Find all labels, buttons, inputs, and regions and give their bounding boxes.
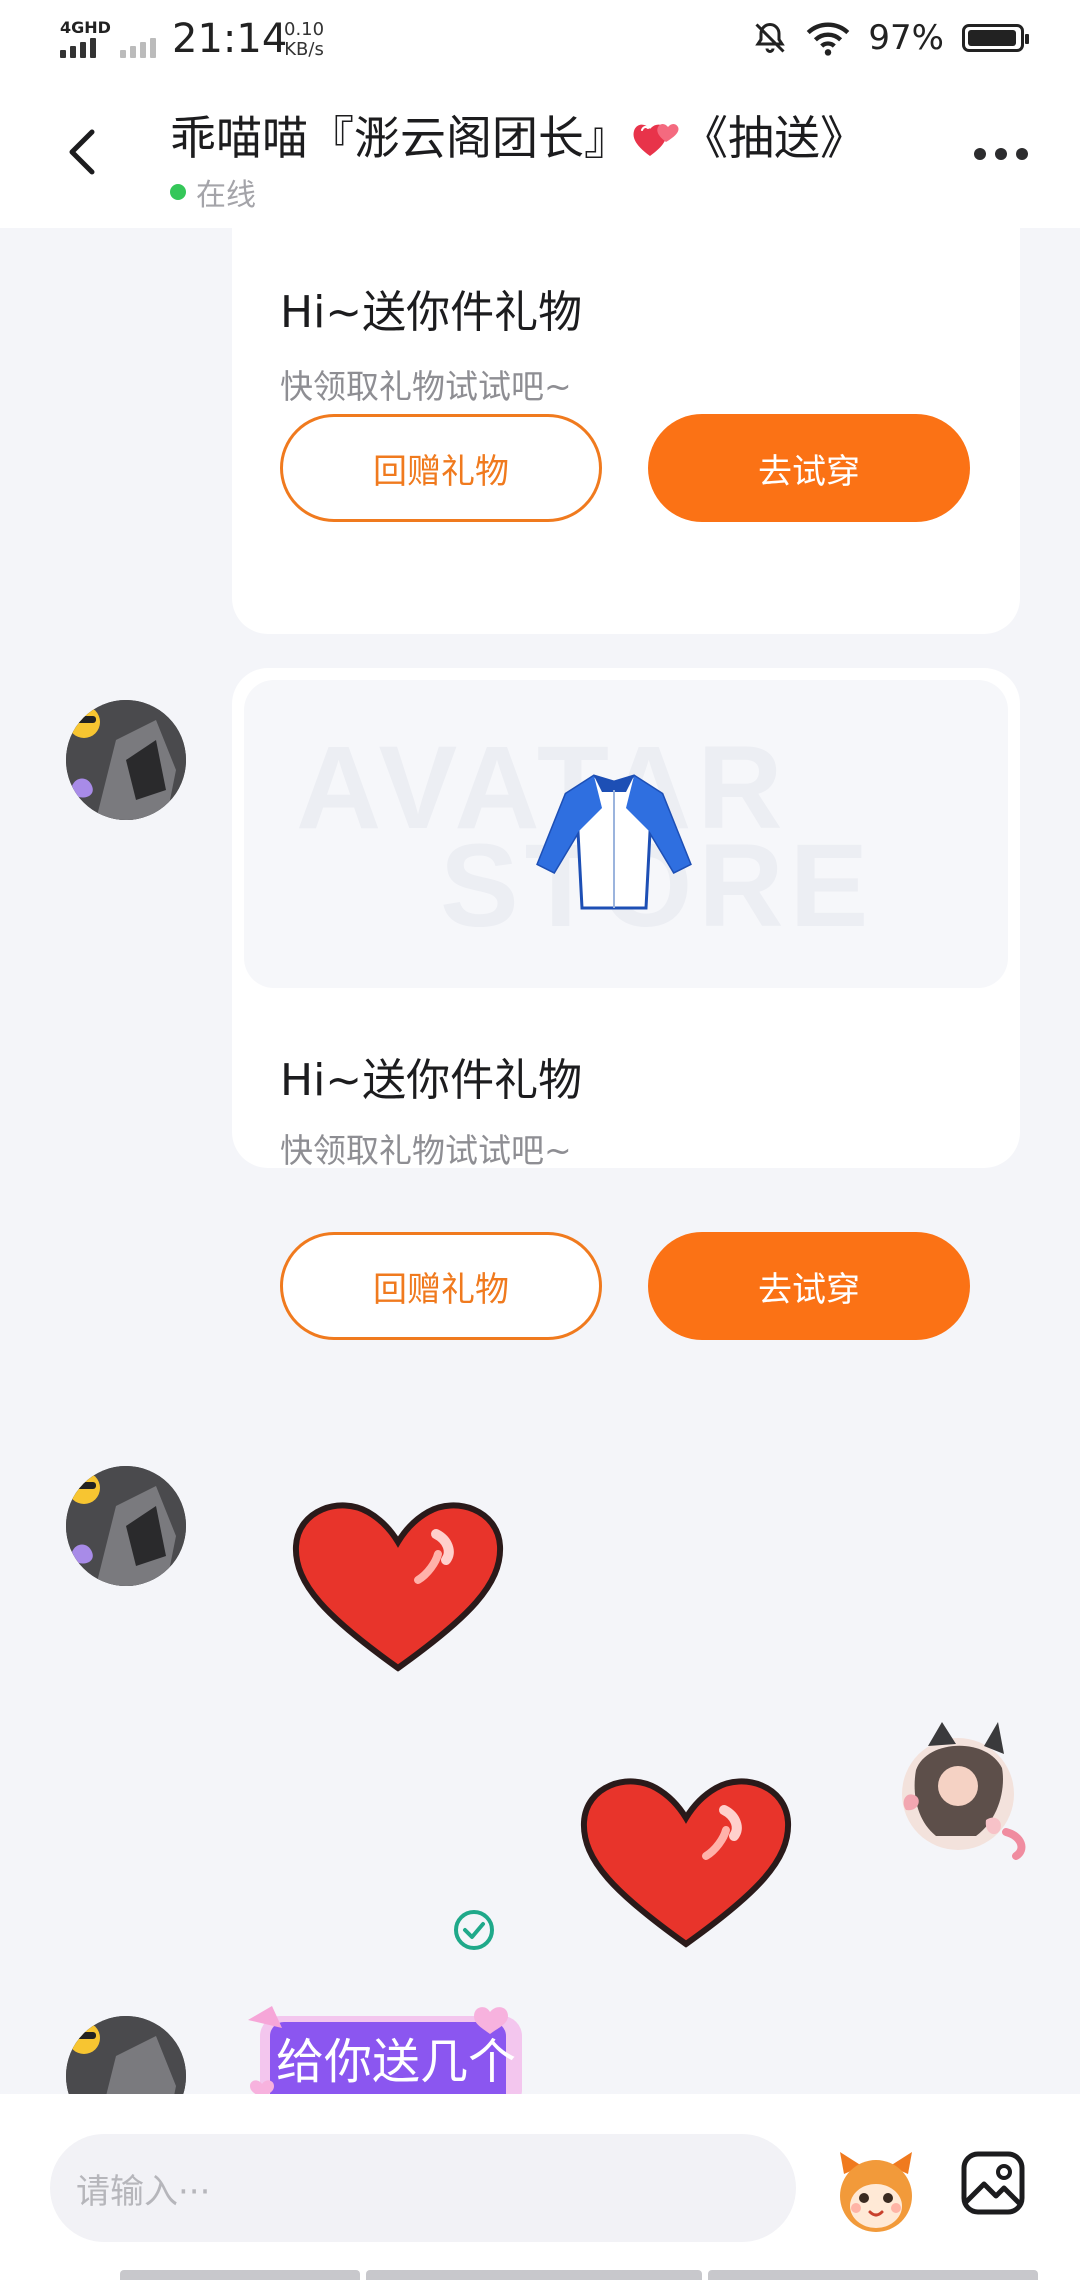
signal-icon-secondary [120, 38, 156, 58]
two-hearts-icon [633, 124, 679, 156]
chat-messages[interactable]: Hi~送你件礼物 快领取礼物试试吧~ 回赠礼物 去试穿 AVATAR STORE [0, 228, 1080, 2094]
image-picker-icon[interactable] [960, 2150, 1026, 2216]
gift-image[interactable]: AVATAR STORE [244, 680, 1008, 988]
my-avatar[interactable] [876, 1710, 1036, 1870]
network-type: 4GHD [60, 18, 111, 37]
gift-card: AVATAR STORE Hi~送你件礼物 快领取礼物试试吧~ [232, 668, 1020, 1170]
online-status: 在线 [170, 170, 256, 214]
message-input[interactable]: 请输入··· [50, 2134, 796, 2242]
input-bar: 请输入··· [0, 2094, 1080, 2280]
back-arrow-icon[interactable] [52, 120, 116, 184]
avatar[interactable] [66, 1466, 186, 1586]
speed-value: 0.10 [284, 19, 325, 40]
online-dot [170, 184, 186, 200]
sticker-banner[interactable]: 给你送几个 [242, 2000, 532, 2094]
signal-icon [60, 38, 96, 58]
status-bar: 4GHD 21:14 0.10 KB/s 97% [0, 0, 1080, 80]
gift-card-title: Hi~送你件礼物 [280, 1055, 583, 1106]
speed-unit: KB/s [284, 39, 324, 60]
gift-card-subtitle: 快领取礼物试试吧~ [280, 367, 572, 406]
heart-sticker[interactable] [576, 1764, 796, 1954]
mute-bell-icon [755, 22, 786, 53]
gift-card-title: Hi~送你件礼物 [280, 287, 583, 338]
gift-card-subtitle: 快领取礼物试试吧~ [280, 1131, 572, 1170]
chat-header: 乖喵喵『浵云阁团长』 《抽送》 在线 [0, 80, 1080, 228]
mascot-sticker-icon[interactable] [830, 2144, 922, 2236]
battery-icon [962, 24, 1029, 52]
try-on-button[interactable]: 去试穿 [648, 414, 970, 522]
jacket-icon [536, 774, 692, 910]
avatar[interactable] [66, 2016, 186, 2094]
chat-title-tag: 《抽送》 [682, 111, 866, 165]
heart-sticker[interactable] [288, 1488, 508, 1678]
chat-title: 乖喵喵『浵云阁团长』 《抽送》 [170, 102, 866, 168]
status-right: 97% [752, 18, 1029, 58]
avatar-image [66, 700, 186, 820]
avatar-image [66, 1466, 186, 1586]
network-speed: 0.10 KB/s [284, 20, 324, 60]
gesture-bar [120, 2270, 1038, 2280]
message-input-placeholder: 请输入··· [76, 2172, 211, 2212]
more-options-icon[interactable] [974, 148, 1028, 160]
return-gift-button[interactable]: 回赠礼物 [280, 1232, 602, 1340]
gift-card: Hi~送你件礼物 快领取礼物试试吧~ 回赠礼物 去试穿 [232, 228, 1020, 634]
clock: 21:14 [172, 16, 288, 62]
wifi-icon [807, 22, 850, 56]
chat-title-name: 乖喵喵『浵云阁团长』 [170, 111, 630, 165]
avatar[interactable] [66, 700, 186, 820]
try-on-button[interactable]: 去试穿 [648, 1232, 970, 1340]
avatar-image [66, 2016, 186, 2094]
banner-text: 给你送几个 [276, 2034, 517, 2090]
battery-percent: 97% [868, 18, 944, 58]
online-text: 在线 [196, 178, 256, 213]
read-check-icon [454, 1910, 494, 1950]
return-gift-button[interactable]: 回赠礼物 [280, 414, 602, 522]
